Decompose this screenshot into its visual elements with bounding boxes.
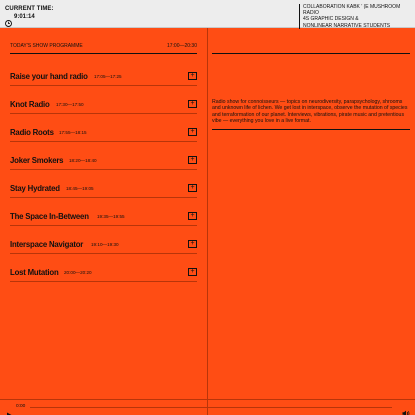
play-icon[interactable]	[6, 405, 12, 415]
show-item[interactable]: Interspace Navigator 19:10—19:30 +	[10, 226, 197, 254]
show-item[interactable]: Stay Hydrated 18:45—19:05 +	[10, 170, 197, 198]
show-time: 20:00—20:20	[64, 269, 92, 275]
show-title: Radio Roots	[10, 128, 54, 137]
plus-icon[interactable]: +	[188, 128, 197, 136]
show-item[interactable]: Radio Roots 17:55—18:15 +	[10, 114, 197, 142]
show-time: 18:45—19:05	[66, 185, 94, 191]
collab-line: NONLINEAR NARRATIVE STUDENTS	[303, 22, 391, 29]
show-title: Raise your hand radio	[10, 72, 88, 81]
volume-icon[interactable]	[402, 404, 410, 415]
plus-icon[interactable]: +	[188, 212, 197, 220]
progress-track[interactable]	[30, 407, 392, 408]
show-title: Stay Hydrated	[10, 184, 60, 193]
show-item[interactable]: Raise your hand radio 17:05—17:25 +	[10, 58, 197, 86]
show-item[interactable]: The Space In-Between 19:35—19:55 +	[10, 198, 197, 226]
column-divider	[207, 28, 208, 415]
current-time: CURRENT TIME: 9:01:14	[5, 6, 54, 27]
show-title: Joker Smokers	[10, 156, 64, 165]
collaboration-credit: COLLABORATION KABK ’ (e MUSHROOM RADIO 4…	[299, 4, 413, 29]
show-time: 19:35—19:55	[97, 213, 125, 219]
clock-time: 9:01:14	[14, 14, 35, 20]
clock-label: CURRENT TIME:	[5, 6, 54, 12]
description-rule-top	[212, 53, 410, 54]
audio-player: 0:00	[0, 399, 415, 415]
show-time: 18:20—18:40	[69, 157, 97, 163]
top-bar: CURRENT TIME: 9:01:14 COLLABORATION KABK…	[0, 0, 415, 29]
plus-icon[interactable]: +	[188, 184, 197, 192]
show-time: 17:05—17:25	[94, 73, 122, 79]
programme-header: TODAY'S SHOW PROGRAMME 17:00—20:30	[10, 43, 197, 49]
plus-icon[interactable]: +	[188, 72, 197, 80]
plus-icon[interactable]: +	[188, 100, 197, 108]
show-time: 17:30—17:50	[56, 101, 84, 107]
show-time: 19:10—19:30	[91, 241, 119, 247]
show-item[interactable]: Lost Mutation 20:00—20:20 +	[10, 254, 197, 282]
show-title: Lost Mutation	[10, 268, 59, 277]
clock-icon	[5, 14, 12, 27]
show-item[interactable]: Joker Smokers 18:20—18:40 +	[10, 142, 197, 170]
plus-icon[interactable]: +	[188, 268, 197, 276]
show-time: 17:55—18:15	[59, 129, 87, 135]
show-title: Knot Radio	[10, 100, 50, 109]
plus-icon[interactable]: +	[188, 240, 197, 248]
show-title: The Space In-Between	[10, 212, 89, 221]
description-rule-bottom	[212, 129, 410, 130]
programme-range: 17:00—20:30	[166, 43, 197, 49]
show-title: Interspace Navigator	[10, 240, 84, 249]
show-item[interactable]: Knot Radio 17:30—17:50 +	[10, 86, 197, 114]
collab-line: COLLABORATION KABK ’ (e MUSHROOM RADIO	[303, 4, 401, 17]
show-description: Radio show for connoisseurs — topics on …	[212, 99, 408, 124]
plus-icon[interactable]: +	[188, 156, 197, 164]
player-time: 0:00	[16, 404, 26, 409]
programme-heading: TODAY'S SHOW PROGRAMME	[10, 43, 83, 49]
programme-rule	[10, 53, 197, 54]
